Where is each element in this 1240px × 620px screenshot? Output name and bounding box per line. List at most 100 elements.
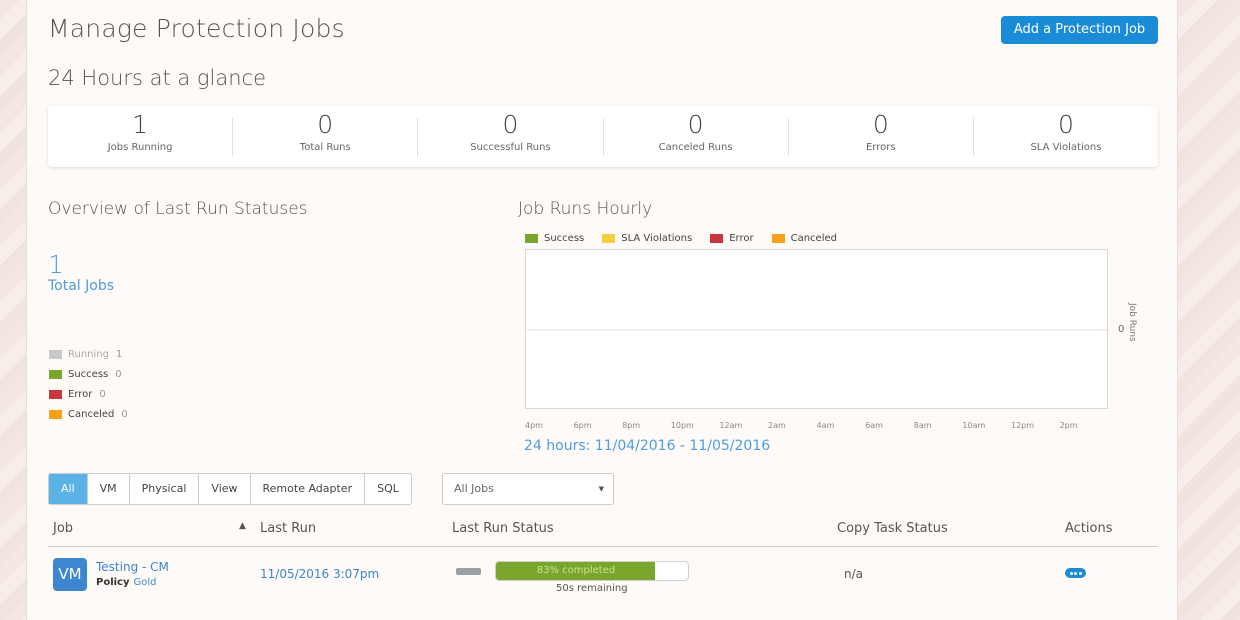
legend-label: Success [68, 368, 109, 380]
x-tick-label: 8am [913, 421, 932, 430]
stat-value: 0 [317, 109, 334, 139]
legend-success: Success 0 [49, 364, 128, 384]
stat-value: 0 [1057, 109, 1074, 139]
filter-sql[interactable]: SQL [364, 474, 411, 504]
filter-view[interactable]: View [198, 474, 249, 504]
legend-swatch [525, 234, 538, 243]
legend-canceled: Canceled 0 [49, 404, 128, 424]
x-tick-label: 6pm [573, 421, 592, 430]
running-status-icon [456, 568, 481, 575]
last-run-link[interactable]: 11/05/2016 3:07pm [260, 567, 379, 581]
stats-bar: 1 Jobs Running 0 Total Runs 0 Successful… [48, 106, 1158, 167]
chart-legend-canceled: Canceled [771, 233, 837, 244]
background-right [1178, 0, 1240, 620]
col-header-last-run[interactable]: Last Run [260, 521, 316, 536]
filter-all[interactable]: All [49, 474, 87, 504]
main-panel: Manage Protection Jobs Add a Protection … [26, 0, 1178, 620]
stat-successful-runs: 0 Successful Runs [417, 110, 602, 156]
legend-count: 1 [115, 348, 123, 360]
background-left [0, 0, 26, 620]
legend-label: Canceled [790, 233, 837, 244]
stat-sla-violations: 0 SLA Violations [972, 110, 1158, 156]
filter-remote-adapter[interactable]: Remote Adapter [249, 474, 365, 504]
col-header-job[interactable]: Job [53, 521, 73, 536]
x-tick-label: 12am [719, 421, 743, 430]
job-name-link[interactable]: Testing - CM [96, 560, 169, 574]
x-tick-label: 4am [816, 421, 835, 430]
filter-physical[interactable]: Physical [128, 474, 199, 504]
stat-total-runs: 0 Total Runs [232, 110, 417, 156]
col-header-copy-task-status: Copy Task Status [837, 521, 948, 536]
legend-label: Success [544, 233, 585, 244]
legend-count: 0 [115, 368, 122, 380]
x-tick-label: 2am [768, 421, 786, 430]
policy-label: Policy [96, 577, 130, 588]
legend-swatch [771, 234, 785, 243]
date-range-label: 24 hours: 11/04/2016 - 11/05/2016 [524, 438, 771, 454]
x-tick-label: 6am [865, 421, 883, 430]
table-header-divider [48, 546, 1158, 547]
y-axis-tick: 0 [1118, 324, 1125, 335]
legend-count: 0 [99, 388, 106, 400]
stat-label: Total Runs [299, 141, 351, 153]
stat-label: SLA Violations [1030, 141, 1102, 153]
chart-legend-error: Error [710, 233, 754, 244]
glance-title: 24 Hours at a glance [48, 66, 266, 90]
stat-label: Canceled Runs [658, 141, 733, 153]
legend-running: Running 1 [49, 344, 128, 364]
total-jobs-label: Total Jobs [48, 278, 115, 294]
progress-text: 83% completed [536, 565, 616, 576]
job-type-filter: All VM Physical View Remote Adapter SQL [48, 473, 412, 505]
legend-swatch [49, 389, 62, 399]
vm-badge-icon: VM [53, 558, 87, 591]
add-protection-job-button[interactable]: Add a Protection Job [1001, 16, 1158, 44]
stat-errors: 0 Errors [787, 110, 973, 156]
hourly-chart [525, 249, 1108, 409]
x-tick-label: 4pm [525, 421, 543, 430]
legend-count: 0 [121, 408, 128, 420]
hourly-title: Job Runs Hourly [518, 199, 653, 219]
stat-label: Errors [865, 141, 896, 153]
x-tick-label: 2pm [1059, 421, 1078, 430]
sort-ascending-icon[interactable]: ▲ [239, 521, 246, 531]
total-jobs-value: 1 [48, 250, 64, 279]
col-header-last-run-status[interactable]: Last Run Status [452, 521, 554, 536]
chart-legend-sla-violations: SLA Violations [602, 233, 692, 244]
run-progress-bar: 83% completed [495, 561, 689, 581]
legend-swatch [602, 234, 616, 243]
stat-value: 0 [502, 109, 519, 139]
stat-value: 1 [132, 109, 149, 139]
stat-value: 0 [872, 109, 889, 139]
stat-canceled-runs: 0 Canceled Runs [602, 110, 788, 156]
legend-swatch [710, 234, 724, 243]
copy-task-status: n/a [844, 567, 864, 581]
legend-label: Canceled [68, 408, 115, 420]
legend-label: Error [729, 233, 754, 244]
legend-swatch [49, 409, 62, 419]
stat-value: 0 [687, 109, 704, 139]
stat-label: Successful Runs [470, 141, 551, 153]
policy-value-link[interactable]: Gold [134, 577, 157, 588]
filter-vm[interactable]: VM [86, 474, 129, 504]
chart-legend-success: Success [525, 233, 584, 244]
legend-label: SLA Violations [621, 233, 693, 244]
legend-label: Running [68, 348, 109, 360]
chart-legend: Success SLA Violations Error Canceled [525, 233, 855, 244]
col-header-actions: Actions [1065, 521, 1113, 536]
more-actions-icon[interactable] [1065, 568, 1086, 578]
x-tick-label: 12pm [1011, 421, 1035, 430]
y-axis-label: Job Runs [1127, 303, 1137, 342]
x-tick-label: 10am [962, 421, 986, 430]
x-tick-label: 10pm [670, 421, 694, 430]
status-legend: Running 1 Success 0 Error 0 Canceled 0 [49, 344, 128, 424]
x-tick-label: 8pm [622, 421, 641, 430]
legend-swatch [49, 369, 62, 379]
legend-label: Error [68, 388, 93, 400]
stat-label: Jobs Running [107, 141, 173, 153]
stat-jobs-running: 1 Jobs Running [48, 110, 232, 156]
overview-title: Overview of Last Run Statuses [48, 199, 308, 219]
job-policy: Policy Gold [96, 577, 157, 588]
time-remaining: 50s remaining [556, 583, 628, 594]
jobs-select[interactable]: All Jobs ▼ [442, 473, 614, 505]
page-title: Manage Protection Jobs [48, 14, 345, 43]
